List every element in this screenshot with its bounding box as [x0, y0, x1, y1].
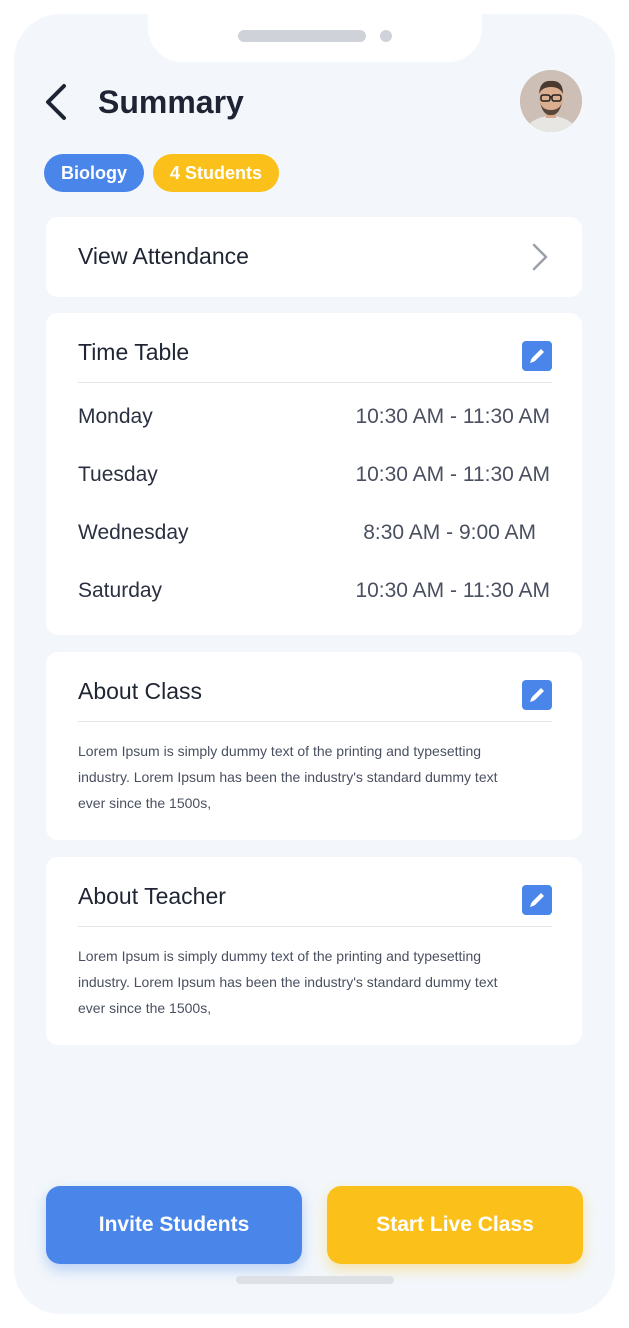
divider — [78, 926, 552, 927]
time-range: 10:30 AM - 11:30 AM — [355, 463, 550, 486]
back-button[interactable] — [42, 82, 72, 122]
timetable-title: Time Table — [78, 339, 190, 365]
day-label: Tuesday — [78, 463, 158, 486]
subject-tag[interactable]: Biology — [44, 154, 144, 192]
day-label: Saturday — [78, 579, 163, 602]
timetable-row: Saturday 10:30 AM - 11:30 AM — [78, 579, 550, 609]
time-range: 8:30 AM - 9:00 AM — [363, 521, 536, 544]
about-teacher-text: Lorem Ipsum is simply dummy text of the … — [78, 948, 498, 1016]
chevron-right-icon — [532, 243, 548, 271]
about-teacher-title: About Teacher — [78, 883, 226, 909]
start-live-class-button[interactable]: Start Live Class — [327, 1186, 583, 1264]
home-indicator[interactable] — [236, 1276, 394, 1284]
chevron-left-icon — [46, 84, 66, 120]
notch — [148, 14, 482, 62]
edit-timetable-button[interactable] — [522, 341, 552, 371]
timetable-row: Wednesday 8:30 AM - 9:00 AM — [78, 521, 550, 551]
divider — [78, 721, 552, 722]
timetable-row: Monday 10:30 AM - 11:30 AM — [78, 405, 550, 435]
time-range: 10:30 AM - 11:30 AM — [355, 405, 550, 428]
about-class-card: About Class Lorem Ipsum is simply dummy … — [46, 652, 582, 840]
speaker — [238, 30, 366, 42]
about-class-title: About Class — [78, 678, 203, 704]
page-title: Summary — [98, 84, 244, 120]
invite-students-button[interactable]: Invite Students — [46, 1186, 302, 1264]
edit-about-class-button[interactable] — [522, 680, 552, 710]
pencil-edit-icon — [530, 893, 544, 907]
pencil-edit-icon — [530, 688, 544, 702]
time-range: 10:30 AM - 11:30 AM — [355, 579, 550, 602]
phone-screen: Summary Biology 4 Students View Attendan… — [14, 14, 615, 1314]
timetable-card: Time Table Monday 10:30 AM - 11:30 AM Tu… — [46, 313, 582, 635]
avatar[interactable] — [520, 70, 582, 132]
students-count-tag[interactable]: 4 Students — [153, 154, 279, 192]
day-label: Wednesday — [78, 521, 189, 544]
pencil-edit-icon — [530, 349, 544, 363]
camera — [380, 30, 392, 42]
view-attendance-label: View Attendance — [78, 243, 249, 269]
view-attendance-card[interactable]: View Attendance — [46, 217, 582, 297]
user-photo — [520, 70, 582, 132]
about-class-text: Lorem Ipsum is simply dummy text of the … — [78, 743, 498, 811]
edit-about-teacher-button[interactable] — [522, 885, 552, 915]
divider — [78, 382, 552, 383]
day-label: Monday — [78, 405, 153, 428]
timetable-row: Tuesday 10:30 AM - 11:30 AM — [78, 463, 550, 493]
about-teacher-card: About Teacher Lorem Ipsum is simply dumm… — [46, 857, 582, 1045]
